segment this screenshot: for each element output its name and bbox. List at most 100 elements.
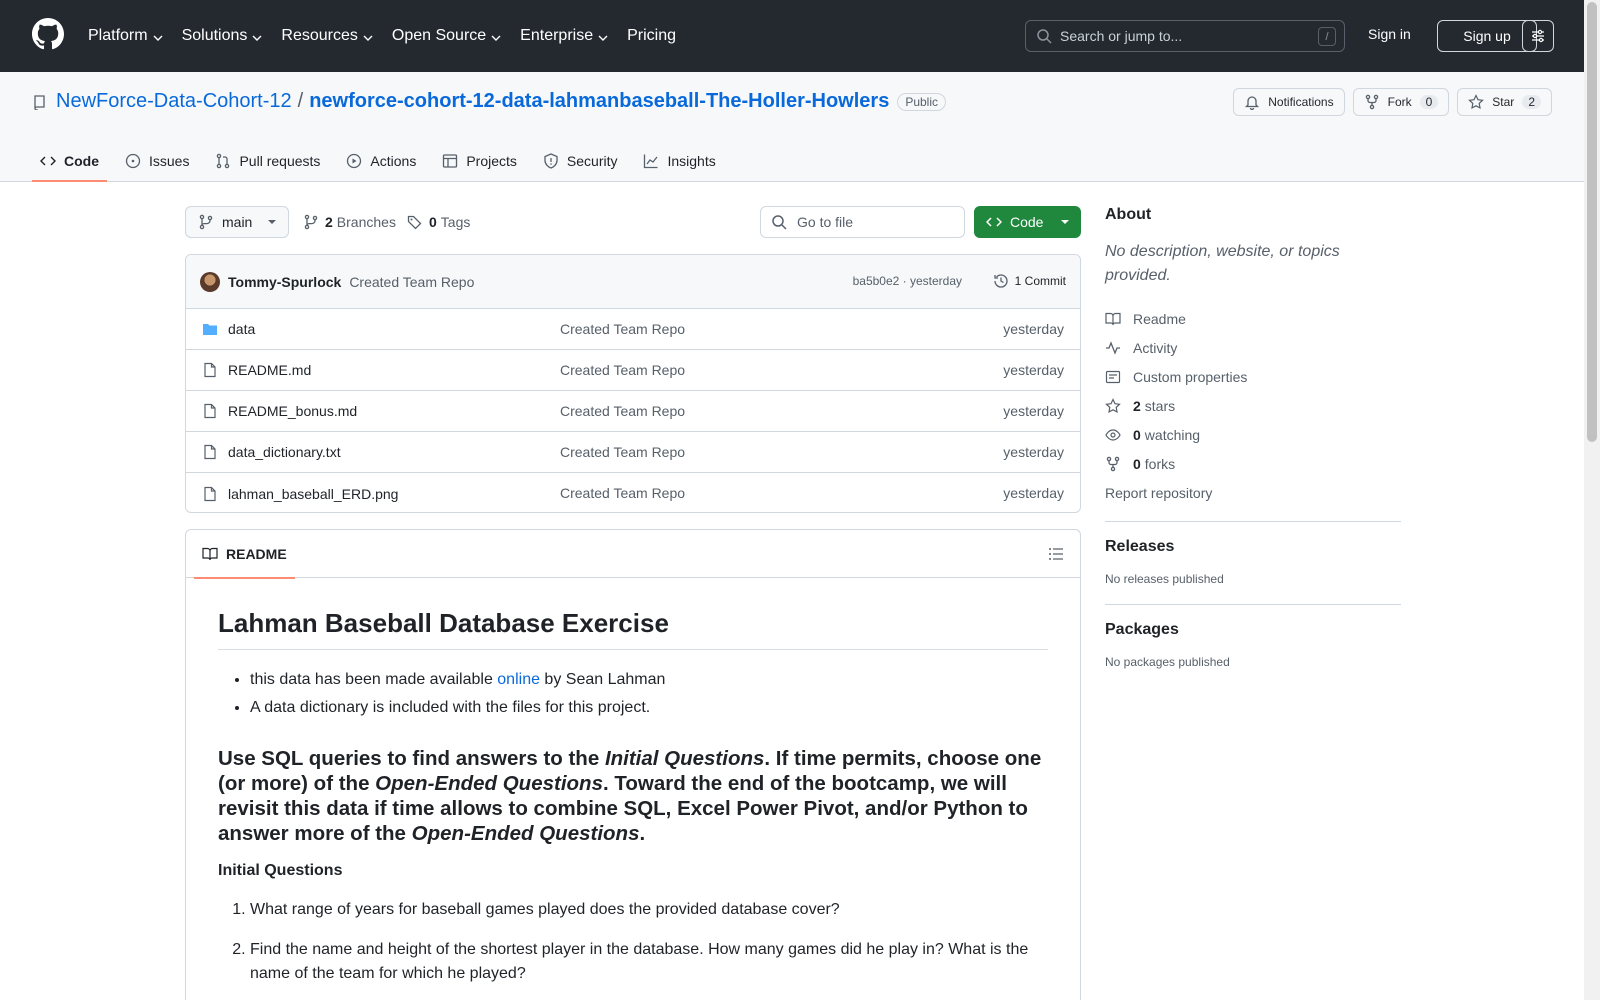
- fork-count: 0: [1419, 95, 1439, 109]
- tab-code[interactable]: Code: [32, 140, 107, 182]
- readme-content: Lahman Baseball Database Exercise this d…: [186, 578, 1080, 1000]
- tab-actions[interactable]: Actions: [338, 140, 424, 182]
- packages-heading[interactable]: Packages: [1105, 621, 1401, 639]
- pulse-icon: [1106, 340, 1120, 355]
- fork-icon: [1365, 94, 1378, 110]
- file-commit-message[interactable]: Created Team Repo: [560, 403, 685, 419]
- star-button[interactable]: Star 2: [1457, 88, 1552, 116]
- file-commit-message[interactable]: Created Team Repo: [560, 444, 685, 460]
- file-name[interactable]: data_dictionary.txt: [228, 444, 341, 460]
- online-link[interactable]: online: [497, 671, 540, 688]
- commit-message[interactable]: Created Team Repo: [349, 274, 474, 290]
- custom-properties-link[interactable]: Custom properties: [1105, 362, 1401, 391]
- table-row[interactable]: data Created Team Repo yesterday: [186, 309, 1080, 350]
- outline-list-icon[interactable]: [1048, 546, 1064, 562]
- initial-questions-heading: Initial Questions: [218, 862, 343, 879]
- readme-link[interactable]: Readme: [1105, 304, 1401, 333]
- play-icon: [347, 153, 362, 169]
- readme-instructions-heading: Use SQL queries to find answers to the I…: [218, 747, 1042, 845]
- branch-selector[interactable]: main: [185, 206, 289, 238]
- nav-resources[interactable]: Resources: [281, 27, 373, 45]
- file-time: yesterday: [1003, 485, 1064, 501]
- sign-in-link[interactable]: Sign in: [1368, 26, 1411, 42]
- file-toolbar: main 2 Branches 0 Tags Go to file Code: [185, 206, 1081, 238]
- go-to-file-input[interactable]: Go to file: [760, 206, 965, 238]
- fork-button[interactable]: Fork 0: [1352, 88, 1450, 116]
- file-name[interactable]: data: [228, 321, 255, 337]
- file-name[interactable]: README_bonus.md: [228, 403, 357, 419]
- readme-header: README: [186, 530, 1080, 579]
- table-icon: [443, 154, 458, 168]
- table-row[interactable]: README_bonus.md Created Team Repo yester…: [186, 391, 1080, 432]
- repo-name-link[interactable]: newforce-cohort-12-data-lahmanbaseball-T…: [309, 90, 889, 113]
- repo-title: NewForce-Data-Cohort-12 / newforce-cohor…: [32, 90, 946, 113]
- graph-icon: [644, 154, 658, 169]
- search-icon: [1037, 29, 1052, 44]
- tab-pull-requests[interactable]: Pull requests: [207, 140, 328, 182]
- tab-insights[interactable]: Insights: [635, 140, 723, 182]
- commit-hash-time[interactable]: ba5b0e2 · yesterday: [853, 274, 962, 288]
- note-icon: [1105, 370, 1121, 383]
- notifications-button[interactable]: Notifications: [1233, 88, 1345, 116]
- branches-link[interactable]: 2 Branches: [303, 206, 396, 238]
- caret-down-icon: [268, 220, 276, 224]
- avatar[interactable]: [200, 271, 220, 292]
- file-time: yesterday: [1003, 362, 1064, 378]
- file-commit-message[interactable]: Created Team Repo: [560, 362, 685, 378]
- tab-issues[interactable]: Issues: [117, 140, 197, 182]
- nav-open-source[interactable]: Open Source: [392, 27, 502, 45]
- star-icon: [1468, 94, 1485, 110]
- table-row[interactable]: lahman_baseball_ERD.png Created Team Rep…: [186, 473, 1080, 512]
- chevron-down-icon: [252, 35, 262, 41]
- readme-tab[interactable]: README: [194, 530, 295, 579]
- commit-author[interactable]: Tommy-Spurlock: [228, 274, 341, 290]
- repo-tabs: Code Issues Pull requests Actions Projec…: [32, 140, 734, 182]
- list-item: this data has been made available online…: [250, 666, 1048, 694]
- visibility-badge: Public: [897, 92, 946, 111]
- divider: [1105, 604, 1401, 605]
- nav-enterprise[interactable]: Enterprise: [520, 27, 609, 45]
- commit-history-link[interactable]: 1 Commit: [993, 273, 1066, 289]
- questions-list: What range of years for baseball games p…: [250, 898, 1048, 986]
- file-name[interactable]: lahman_baseball_ERD.png: [228, 486, 398, 502]
- file-commit-message[interactable]: Created Team Repo: [560, 485, 685, 501]
- github-logo-icon[interactable]: [32, 18, 64, 50]
- activity-link[interactable]: Activity: [1105, 333, 1401, 362]
- divider: [1105, 521, 1401, 522]
- book-icon: [202, 547, 218, 561]
- stars-link[interactable]: 2 stars: [1105, 391, 1401, 420]
- table-row[interactable]: data_dictionary.txt Created Team Repo ye…: [186, 432, 1080, 473]
- sliders-icon: [1532, 29, 1544, 43]
- folder-icon: [203, 324, 217, 335]
- fork-icon: [1106, 456, 1120, 471]
- file-commit-message[interactable]: Created Team Repo: [560, 321, 685, 337]
- table-row[interactable]: README.md Created Team Repo yesterday: [186, 350, 1080, 391]
- chevron-down-icon: [491, 35, 501, 41]
- repo-owner-link[interactable]: NewForce-Data-Cohort-12: [56, 90, 292, 113]
- search-shortcut-key: /: [1318, 27, 1336, 46]
- settings-menu-button[interactable]: [1522, 20, 1554, 52]
- watching-link[interactable]: 0 watching: [1105, 420, 1401, 449]
- forks-link[interactable]: 0 forks: [1105, 449, 1401, 478]
- file-icon: [204, 486, 216, 501]
- repo-title-separator: /: [297, 90, 304, 112]
- search-input[interactable]: Search or jump to... /: [1025, 20, 1345, 52]
- tab-projects[interactable]: Projects: [434, 140, 525, 182]
- file-icon: [204, 444, 216, 460]
- readme-title: Lahman Baseball Database Exercise: [218, 608, 1048, 650]
- releases-empty-text: No releases published: [1105, 572, 1224, 586]
- bell-icon: [1245, 96, 1260, 110]
- nav-solutions[interactable]: Solutions: [182, 27, 264, 45]
- nav-pricing[interactable]: Pricing: [627, 27, 676, 45]
- list-item: What range of years for baseball games p…: [250, 898, 1048, 922]
- tags-link[interactable]: 0 Tags: [407, 206, 470, 238]
- code-download-button[interactable]: Code: [974, 206, 1081, 238]
- releases-heading[interactable]: Releases: [1105, 538, 1401, 556]
- file-name[interactable]: README.md: [228, 362, 311, 378]
- vertical-scrollbar[interactable]: [1584, 0, 1600, 1000]
- tab-security[interactable]: Security: [535, 140, 626, 182]
- nav-platform[interactable]: Platform: [88, 27, 164, 45]
- scrollbar-thumb[interactable]: [1587, 2, 1597, 442]
- chevron-down-icon: [363, 35, 373, 41]
- report-repository-link[interactable]: Report repository: [1105, 478, 1401, 507]
